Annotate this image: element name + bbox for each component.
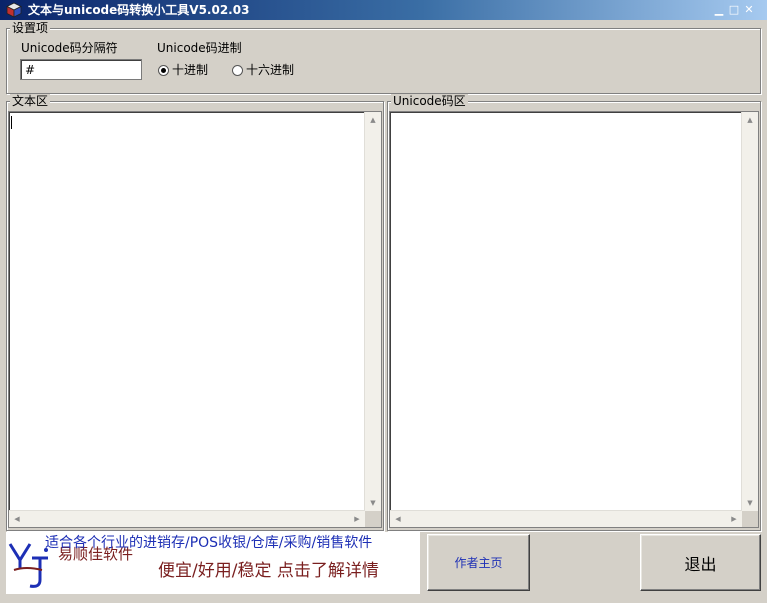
scroll-up-icon[interactable]: ▲ — [742, 112, 758, 128]
scroll-down-icon[interactable]: ▼ — [365, 495, 381, 511]
base-label: Unicode码进制 — [157, 41, 242, 55]
radio-decimal[interactable] — [158, 65, 169, 76]
scroll-right-icon[interactable]: ▶ — [726, 511, 742, 527]
radio-decimal-label[interactable]: 十进制 — [172, 63, 208, 77]
scroll-left-icon[interactable]: ◀ — [390, 511, 406, 527]
text-caret — [11, 116, 12, 129]
text-panel-label: 文本区 — [10, 94, 51, 108]
close-button[interactable]: ✕ — [742, 4, 756, 16]
ad-banner[interactable]: 易顺佳软件 适合各个行业的进销存/POS收银/仓库/采购/销售软件 便宜/好用/… — [6, 532, 420, 594]
author-homepage-button[interactable]: 作者主页 — [427, 534, 530, 591]
unicode-horizontal-scrollbar[interactable]: ◀ ▶ — [390, 510, 742, 527]
scrollbar-corner — [742, 511, 758, 527]
scroll-down-icon[interactable]: ▼ — [742, 495, 758, 511]
radio-hex-label[interactable]: 十六进制 — [246, 63, 294, 77]
text-vertical-scrollbar[interactable]: ▲ ▼ — [364, 112, 381, 511]
banner-headline[interactable]: 适合各个行业的进销存/POS收银/仓库/采购/销售软件 — [45, 534, 372, 552]
separator-label: Unicode码分隔符 — [21, 41, 118, 55]
window-title: 文本与unicode码转换小工具V5.02.03 — [28, 3, 250, 17]
app-cube-icon[interactable] — [5, 2, 23, 18]
settings-group-label: 设置项 — [10, 21, 51, 35]
scroll-left-icon[interactable]: ◀ — [9, 511, 25, 527]
scroll-right-icon[interactable]: ▶ — [349, 511, 365, 527]
radio-hex[interactable] — [232, 65, 243, 76]
unicode-panel-label: Unicode码区 — [391, 94, 468, 108]
title-bar[interactable]: 文本与unicode码转换小工具V5.02.03 ▁ □ ✕ — [0, 0, 767, 20]
separator-input[interactable] — [20, 59, 142, 80]
radio-selected-dot — [161, 68, 166, 73]
scrollbar-corner — [365, 511, 381, 527]
scroll-up-icon[interactable]: ▲ — [365, 112, 381, 128]
minimize-button[interactable]: ▁ — [712, 4, 726, 16]
text-horizontal-scrollbar[interactable]: ◀ ▶ — [9, 510, 365, 527]
banner-slogan[interactable]: 便宜/好用/稳定 点击了解详情 — [158, 560, 379, 582]
maximize-button[interactable]: □ — [727, 4, 741, 16]
text-area[interactable]: ▲ ▼ ◀ ▶ — [8, 111, 382, 528]
unicode-vertical-scrollbar[interactable]: ▲ ▼ — [741, 112, 758, 511]
unicode-area[interactable]: ▲ ▼ ◀ ▶ — [389, 111, 759, 528]
exit-button[interactable]: 退出 — [640, 534, 761, 591]
